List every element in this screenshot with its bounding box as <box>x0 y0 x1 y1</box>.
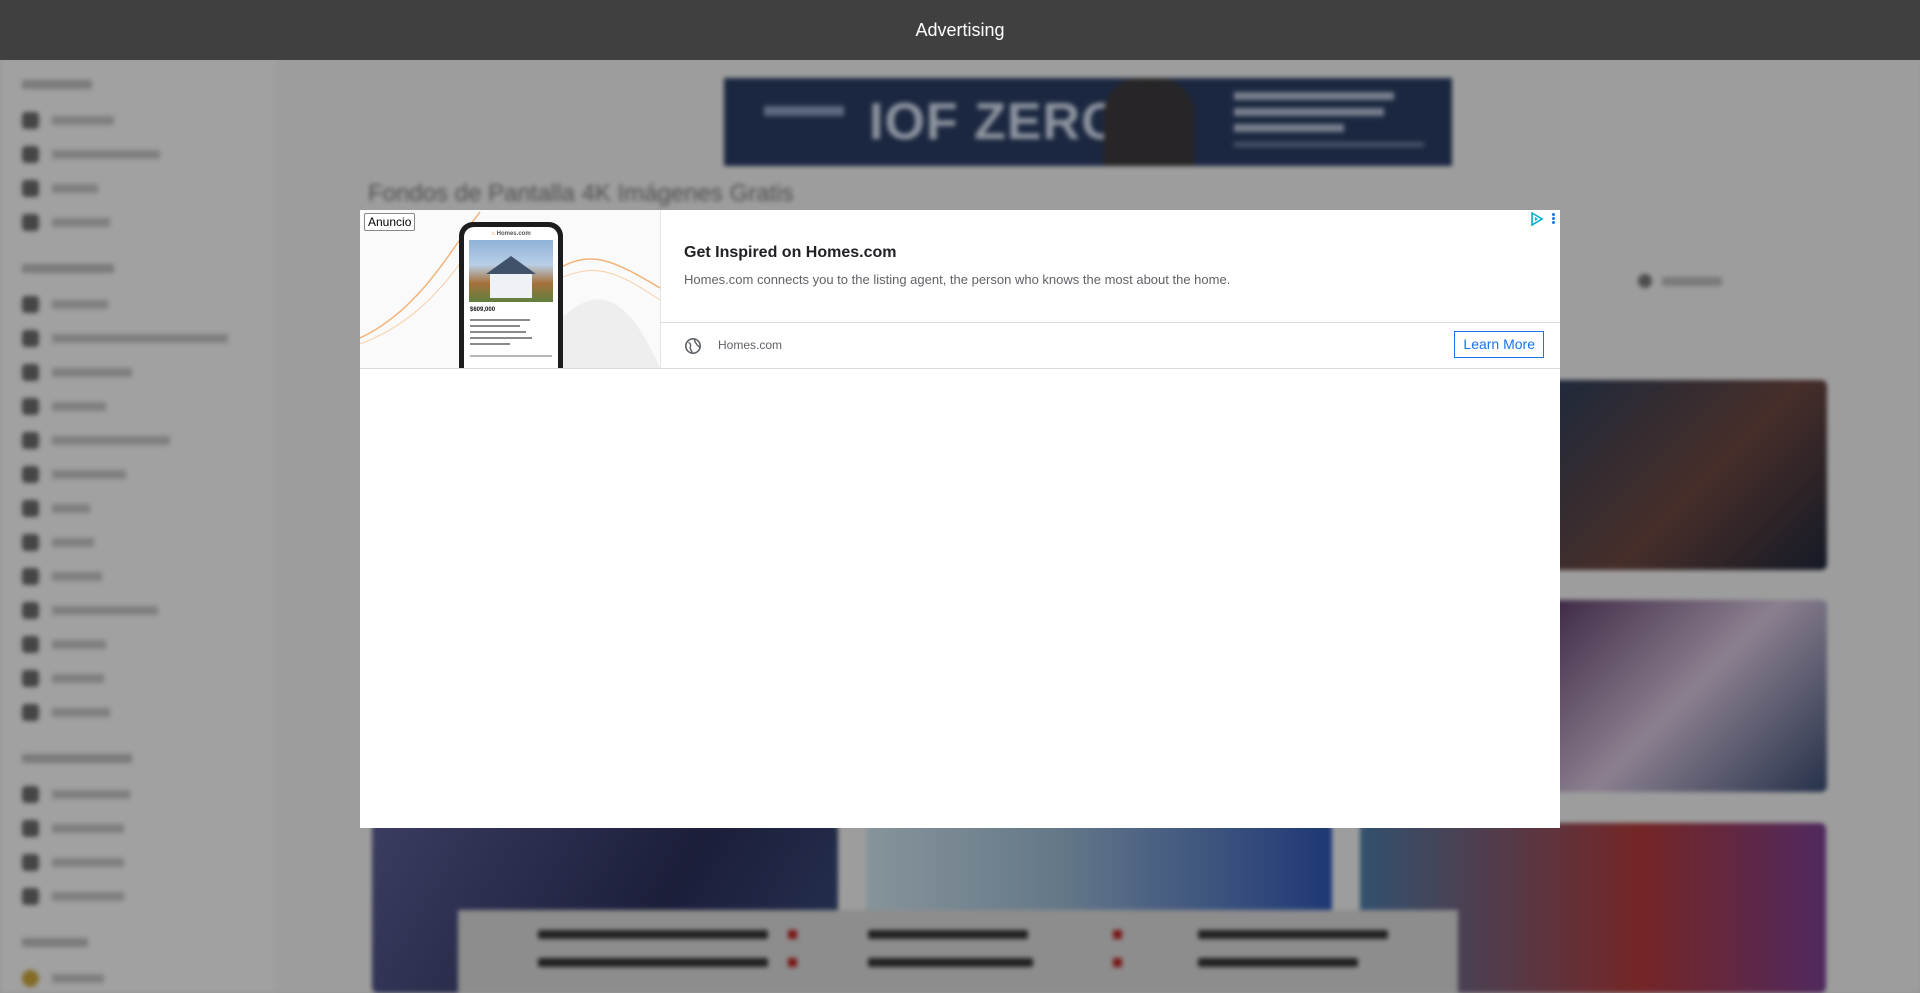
advertising-title: Advertising <box>915 19 1005 40</box>
phone-text-line <box>470 355 552 357</box>
adchoices-icon[interactable] <box>1530 212 1544 226</box>
ad-label: Anuncio <box>364 213 416 231</box>
phone-text-line <box>470 319 530 321</box>
phone-screen: ⌂ Homes.com $609,000 <box>464 227 558 368</box>
house-roof <box>486 256 536 274</box>
ad-empty-area <box>360 369 1560 828</box>
ad-card[interactable]: ⌂ Homes.com $609,000 Anuncio Get Inspire… <box>360 210 1560 369</box>
ad-footer: Homes.com Learn More <box>660 322 1560 369</box>
ad-image[interactable]: ⌂ Homes.com $609,000 Anuncio <box>360 210 661 368</box>
phone-text-line <box>470 325 520 327</box>
ad-modal: ⌂ Homes.com $609,000 Anuncio Get Inspire… <box>360 210 1560 828</box>
ad-menu-icon[interactable] <box>1552 213 1556 225</box>
phone-logo: ⌂ Homes.com <box>491 231 531 237</box>
house-image <box>469 240 553 302</box>
phone-logo-text: Homes.com <box>496 231 531 237</box>
advertising-bar: Advertising <box>0 0 1920 60</box>
phone-text-line <box>470 343 510 345</box>
globe-icon <box>684 337 702 355</box>
ad-headline[interactable]: Get Inspired on Homes.com <box>684 244 896 262</box>
phone-mockup: ⌂ Homes.com $609,000 <box>459 222 563 368</box>
learn-more-button[interactable]: Learn More <box>1454 331 1544 358</box>
ad-description: Homes.com connects you to the listing ag… <box>684 272 1231 287</box>
phone-price: $609,000 <box>470 307 496 313</box>
phone-text-line <box>470 337 532 339</box>
ad-domain[interactable]: Homes.com <box>718 338 782 352</box>
house-wall <box>490 274 532 298</box>
ad-body[interactable]: Get Inspired on Homes.com Homes.com conn… <box>660 210 1560 322</box>
phone-text-line <box>470 331 526 333</box>
